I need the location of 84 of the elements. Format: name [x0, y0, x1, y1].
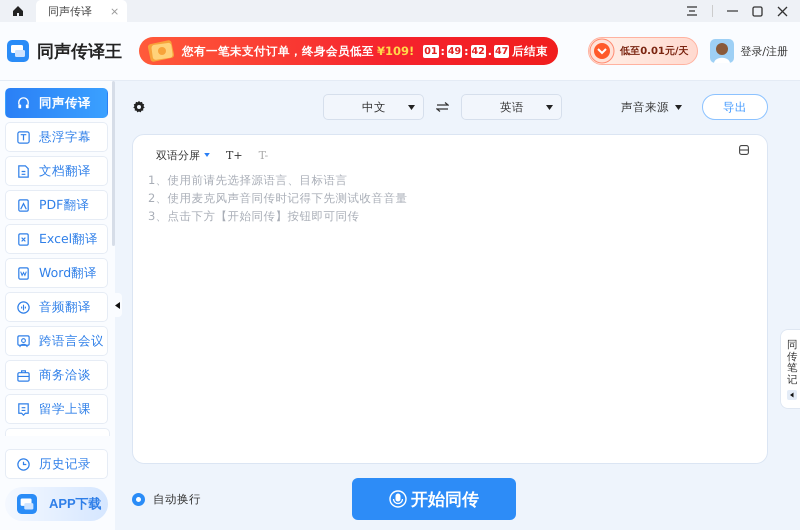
text-box-icon — [16, 130, 31, 144]
app-logo-icon — [17, 494, 37, 514]
export-button[interactable]: 导出 — [702, 94, 768, 120]
home-icon[interactable] — [12, 5, 24, 17]
countdown-separator: : — [440, 44, 445, 58]
sidebar-item[interactable]: 悬浮字幕 — [5, 122, 108, 152]
vip-badge[interactable]: 低至0.01元/天 — [588, 37, 698, 65]
sidebar-item-label: 商务洽谈 — [39, 366, 91, 384]
hint-text: 3、点击下方【开始同传】按钮即可同传 — [148, 209, 360, 224]
settings-icon[interactable] — [132, 100, 146, 114]
sidebar-item[interactable]: PDF翻译 — [5, 190, 108, 220]
sidebar-item-label: 同声传译 — [39, 94, 91, 112]
tab[interactable]: 同声传译 × — [36, 0, 128, 22]
sidebar-item[interactable]: 文档翻译 — [5, 156, 108, 186]
history-label: 历史记录 — [39, 456, 91, 472]
split-view-icon[interactable] — [739, 145, 749, 155]
close-icon[interactable] — [777, 6, 788, 16]
excel-icon — [16, 232, 31, 246]
swap-icon[interactable] — [436, 102, 449, 112]
sidebar-item[interactable]: 跨语言会议 — [5, 326, 108, 356]
notes-tab[interactable]: 同传笔记 — [780, 329, 800, 410]
briefcase-icon — [16, 368, 31, 382]
sidebar-item-label: 文档翻译 — [39, 162, 91, 180]
app-name: 同声传译王 — [37, 40, 122, 62]
collapse-icon — [787, 390, 797, 400]
microphone-icon — [389, 490, 407, 508]
promo-text: 您有一笔未支付订单，终身会员低至 — [182, 44, 374, 58]
sound-source-dropdown[interactable]: 声音来源 — [621, 100, 682, 114]
history-button[interactable]: 历史记录 — [5, 449, 108, 479]
document-icon — [16, 164, 31, 178]
caret-icon — [546, 104, 553, 110]
sidebar-item-label: Word翻译 — [39, 264, 98, 282]
countdown-digits: 49 — [446, 44, 462, 58]
sidebar-item-label: 音频翻译 — [39, 298, 91, 316]
view-mode-dropdown[interactable]: 双语分屏 — [156, 148, 210, 162]
sidebar-item[interactable]: 音频翻译 — [5, 292, 108, 322]
close-tab-button[interactable]: × — [110, 4, 120, 18]
promo-banner[interactable]: 您有一笔未支付订单，终身会员低至 ¥109! 01 : 49 : 42 . 47 后结束 — [139, 37, 558, 65]
minimize-icon[interactable] — [727, 10, 738, 12]
vip-price: 低至0.01元/天 — [620, 44, 689, 58]
countdown-suffix: 后结束 — [512, 44, 548, 58]
hint-text: 1、使用前请先选择源语言、目标语言 — [148, 173, 348, 188]
pdf-icon — [16, 198, 31, 212]
countdown-digits: 42 — [470, 44, 486, 58]
countdown-digits: 01 — [423, 44, 438, 58]
clock-icon — [16, 456, 31, 472]
sidebar-item[interactable]: Word翻译 — [5, 258, 108, 288]
source-language-dropdown[interactable]: 中文 — [323, 94, 424, 120]
app-download-button[interactable]: APP下载 — [5, 487, 108, 521]
auto-wrap-radio[interactable] — [132, 492, 145, 506]
word-icon — [16, 266, 31, 280]
audio-icon — [16, 300, 31, 314]
sidebar-item-label: 悬浮字幕 — [39, 128, 91, 146]
tab-label: 同声传译 — [48, 4, 92, 18]
sidebar-item-label: PDF翻译 — [39, 196, 90, 214]
sidebar-item[interactable]: Excel翻译 — [5, 224, 108, 254]
login-link[interactable]: 登录/注册 — [740, 44, 788, 58]
headphones-icon — [16, 96, 31, 110]
app-logo-icon — [7, 40, 29, 62]
sidebar-item-label: 跨语言会议 — [39, 332, 104, 350]
countdown-digits: 47 — [494, 44, 510, 58]
start-button[interactable]: 开始同传 — [352, 478, 516, 520]
hint-text: 2、使用麦克风声音同传时记得下先测试收音音量 — [148, 191, 408, 206]
font-size-button[interactable]: T+ — [226, 148, 243, 162]
meeting-icon — [16, 334, 31, 348]
menu-icon[interactable] — [686, 6, 698, 16]
caret-icon — [204, 153, 210, 157]
sidebar-item-label: Excel翻译 — [39, 230, 98, 248]
countdown-separator: . — [488, 44, 492, 58]
sidebar-toggle[interactable] — [115, 293, 122, 317]
book-icon — [16, 402, 31, 416]
sidebar-item-label: 留学上课 — [39, 400, 91, 418]
avatar-icon — [710, 39, 734, 63]
countdown-separator: : — [464, 44, 469, 58]
target-language-dropdown[interactable]: 英语 — [461, 94, 562, 120]
caret-icon — [675, 104, 682, 110]
caret-icon — [408, 104, 415, 110]
sidebar-item[interactable]: 同声传译 — [5, 88, 108, 118]
app-download-label: APP下载 — [49, 495, 102, 513]
sidebar-item[interactable]: 商务洽谈 — [5, 360, 108, 390]
maximize-icon[interactable] — [752, 6, 763, 16]
promo-price: ¥109! — [377, 44, 414, 58]
sidebar-item[interactable]: 留学上课 — [5, 394, 108, 424]
auto-wrap-label: 自动换行 — [153, 492, 201, 506]
